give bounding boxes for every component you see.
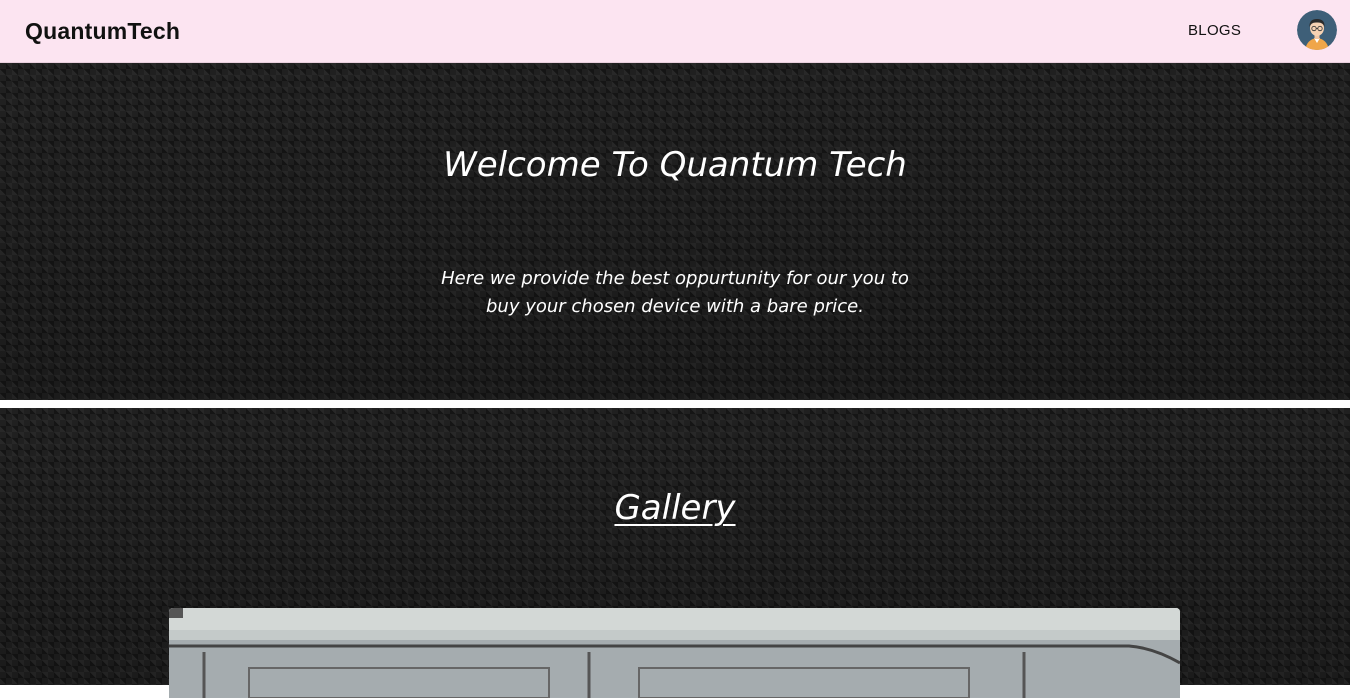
- hero-title: Welcome To Quantum Tech: [443, 145, 907, 185]
- section-divider: [0, 400, 1350, 408]
- gallery-section: Gallery: [0, 408, 1350, 698]
- hero-section: Welcome To Quantum Tech Here we provide …: [0, 63, 1350, 400]
- hero-description: Here we provide the best oppurtunity for…: [441, 268, 909, 317]
- user-avatar-icon[interactable]: [1297, 10, 1337, 50]
- nav-link-blogs[interactable]: BLOGS: [1188, 22, 1241, 39]
- navbar: QuantumTech BLOGS: [0, 0, 1350, 63]
- gallery-title: Gallery: [614, 488, 736, 528]
- brand-logo[interactable]: QuantumTech: [25, 18, 180, 45]
